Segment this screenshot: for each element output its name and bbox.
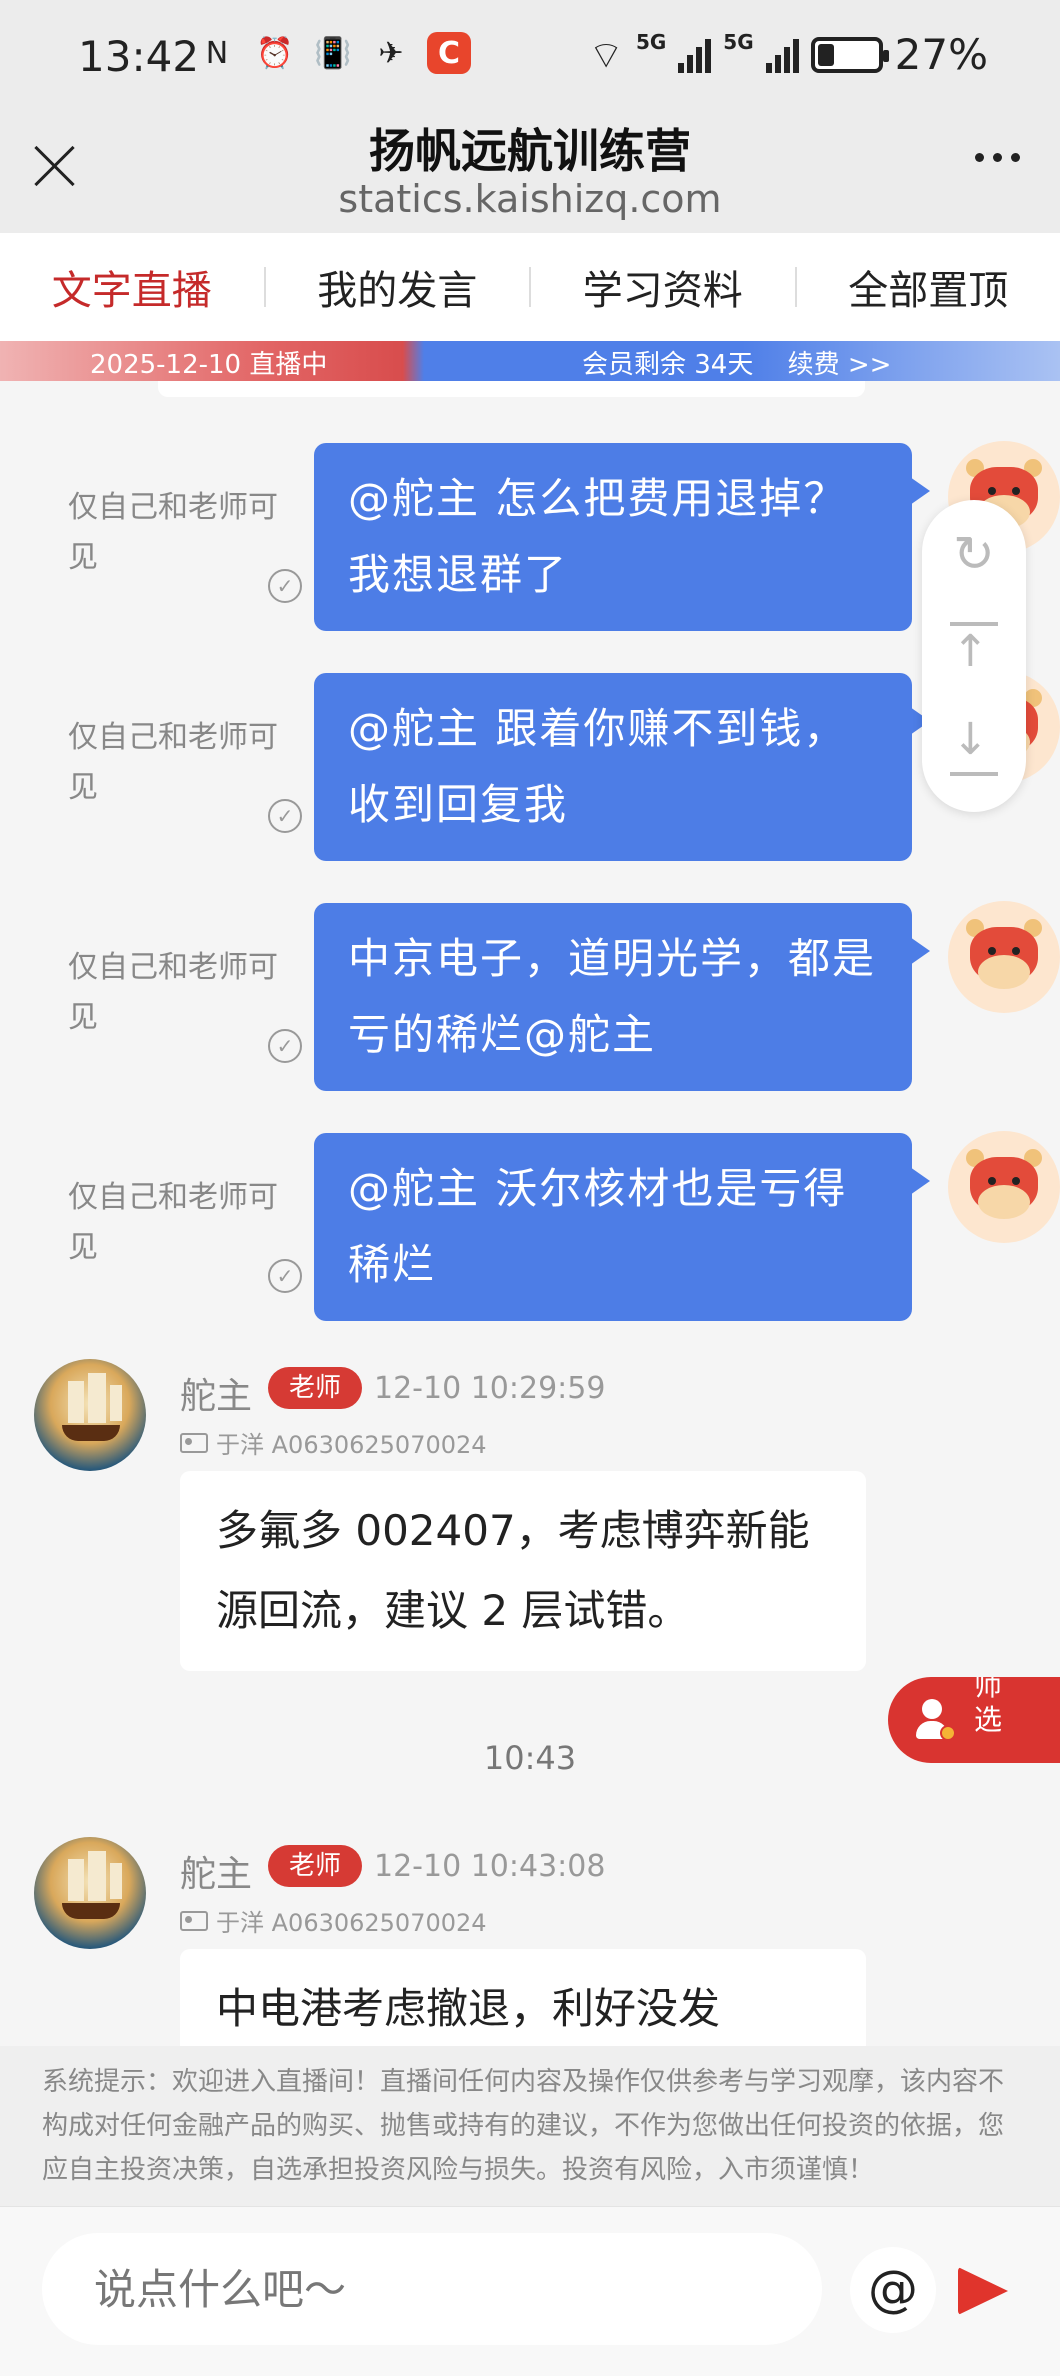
chat-area[interactable]: 仅自己和老师可见 ✓ @舵主 怎么把费用退掉？我想退群了 仅自己和老师可见 ✓ …	[0, 381, 1060, 2046]
live-banner: 2025-12-10 直播中 会员剩余 34天 续费 >>	[0, 341, 1060, 381]
check-icon: ✓	[268, 799, 302, 833]
message-bubble[interactable]: 中京电子，道明光学，都是亏的稀烂@舵主	[314, 903, 930, 1091]
tab-text-live[interactable]: 文字直播	[0, 258, 264, 316]
network-label-2: 5G	[723, 30, 754, 54]
teacher-name: 舵主	[180, 1854, 253, 1895]
visibility-note: 仅自己和老师可见	[68, 950, 278, 1035]
membership-renew-link[interactable]: 会员剩余 34天 续费 >>	[582, 344, 891, 381]
system-disclaimer: 系统提示：欢迎进入直播间！直播间任何内容及操作仅供参考与学习观摩，该内容不构成对…	[0, 2046, 1060, 2206]
check-icon: ✓	[268, 1029, 302, 1063]
signal-icon-2	[765, 37, 799, 73]
teacher-select-label: 师 选	[974, 1677, 1003, 1736]
teacher-id-text: 于洋 A0630625070024	[216, 1431, 487, 1459]
battery-icon	[810, 36, 889, 73]
refresh-icon[interactable]: ↻	[944, 524, 1004, 584]
vibrate-icon: 📳	[314, 35, 352, 71]
visibility-note: 仅自己和老师可见	[68, 1180, 278, 1265]
message-time: 12-10 10:29:59	[374, 1371, 606, 1406]
to-bottom-icon[interactable]: ↓	[952, 714, 989, 765]
tab-all-pinned[interactable]: 全部置顶	[797, 258, 1060, 316]
check-icon: ✓	[268, 1259, 302, 1293]
more-icon[interactable]	[975, 153, 1020, 162]
tab-study-materials[interactable]: 学习资料	[531, 258, 795, 316]
visibility-note: 仅自己和老师可见	[68, 720, 278, 805]
tab-bar: 文字直播 我的发言 学习资料 全部置顶	[0, 233, 1060, 341]
status-right: ⌔ 5G 5G 27%	[588, 30, 988, 79]
my-message: 仅自己和老师可见 ✓ @舵主 跟着你赚不到钱，收到回复我	[0, 671, 1060, 871]
user-avatar[interactable]	[948, 901, 1060, 1013]
live-date-status: 2025-12-10 直播中	[90, 350, 328, 380]
signal-icon-1	[678, 37, 712, 73]
my-message: 仅自己和老师可见 ✓ 中京电子，道明光学，都是亏的稀烂@舵主	[0, 901, 1060, 1101]
message-input[interactable]	[42, 2233, 822, 2345]
message-bubble[interactable]: 多氟多 002407，考虑博弈新能源回流，建议 2 层试错。	[180, 1471, 866, 1671]
teacher-id-text: 于洋 A0630625070024	[216, 1909, 487, 1937]
input-bar: @	[0, 2206, 1060, 2376]
alarm-icon: ⏰	[256, 35, 294, 71]
my-message: 仅自己和老师可见 ✓ @舵主 沃尔核材也是亏得稀烂	[0, 1131, 1060, 1331]
teacher-avatar[interactable]	[34, 1837, 146, 1949]
id-card-icon	[180, 1910, 208, 1931]
page-title: 扬帆远航训练营	[369, 124, 691, 178]
status-bar: 13:42 N ⏰ 📳 ✈ C ⌔ 5G 5G 27%	[0, 0, 1060, 115]
to-bottom-bar	[950, 772, 998, 776]
floating-controls: ↻ ↑ ↓	[922, 500, 1026, 812]
visibility-note: 仅自己和老师可见	[68, 490, 278, 575]
message-bubble[interactable]: @舵主 跟着你赚不到钱，收到回复我	[314, 673, 930, 861]
teacher-icon	[912, 1697, 958, 1743]
teacher-name: 舵主	[180, 1376, 253, 1417]
teacher-id: 于洋 A0630625070024	[180, 1903, 487, 1938]
teacher-badge: 老师	[268, 1845, 362, 1887]
app-notification-icon: ✈	[378, 35, 404, 71]
wifi-icon: ⌔	[588, 32, 624, 77]
notification-icons: N ⏰ 📳 ✈ C	[195, 32, 471, 74]
network-label-1: 5G	[635, 30, 667, 54]
message-bubble[interactable]: 中电港考虑撤退，利好没发	[180, 1949, 866, 2046]
message-bubble[interactable]: @舵主 沃尔核材也是亏得稀烂	[314, 1133, 930, 1321]
message-time: 12-10 10:43:08	[374, 1849, 606, 1884]
teacher-id: 于洋 A0630625070024	[180, 1425, 487, 1460]
teacher-select-button[interactable]: 师 选	[888, 1677, 1060, 1763]
clipped-message-card	[158, 381, 865, 397]
teacher-avatar[interactable]	[34, 1359, 146, 1471]
send-icon[interactable]	[958, 2267, 1008, 2315]
teacher-badge: 老师	[268, 1367, 362, 1409]
battery-fill	[817, 43, 834, 66]
app-c-icon: C	[427, 32, 471, 74]
title-bar: 扬帆远航训练营 statics.kaishizq.com	[0, 115, 1060, 233]
page-url: statics.kaishizq.com	[338, 177, 722, 221]
nfc-icon: N	[205, 35, 229, 71]
at-icon[interactable]: @	[850, 2247, 936, 2333]
battery-percent: 27%	[894, 30, 988, 79]
user-avatar[interactable]	[948, 1131, 1060, 1243]
check-icon: ✓	[268, 569, 302, 603]
my-message: 仅自己和老师可见 ✓ @舵主 怎么把费用退掉？我想退群了	[0, 441, 1060, 641]
status-time: 13:42	[78, 32, 200, 81]
message-bubble[interactable]: @舵主 怎么把费用退掉？我想退群了	[314, 443, 930, 631]
id-card-icon	[180, 1432, 208, 1453]
tab-my-posts[interactable]: 我的发言	[266, 258, 530, 316]
to-top-icon[interactable]: ↑	[952, 626, 989, 677]
